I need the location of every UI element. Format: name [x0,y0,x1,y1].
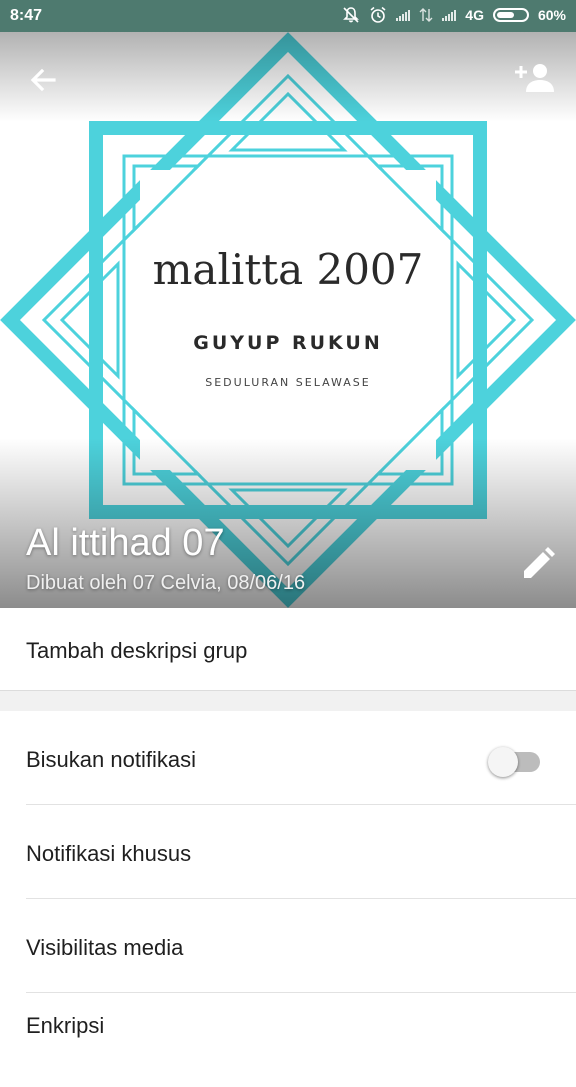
status-bar: 8:47 4G 60% [0,0,576,32]
signal-icon [396,9,411,21]
add-description-row[interactable]: Tambah deskripsi grup [0,608,576,691]
signal-icon [442,9,457,21]
logo-line-1: malitta 2007 [153,245,424,294]
data-icon [419,8,433,22]
media-visibility-label: Visibilitas media [26,935,184,960]
battery-percent: 60% [537,7,566,23]
encryption-label: Enkripsi [26,1013,105,1038]
person-add-icon[interactable] [512,56,558,100]
media-visibility-row[interactable]: Visibilitas media [0,899,576,993]
toggle-thumb [488,747,518,777]
group-name: Al ittihad 07 [26,522,225,564]
status-icons: 4G 60% [342,6,566,24]
arrow-back-icon[interactable] [22,58,66,102]
header-top-scrim [0,32,576,122]
group-header: malitta 2007 GUYUP RUKUN SEDULURAN SELAW… [0,32,576,608]
battery-icon [492,8,529,22]
group-created-info: Dibuat oleh 07 Celvia, 08/06/16 [26,572,306,594]
mute-notifications-toggle[interactable] [488,743,540,777]
logo-line-2: GUYUP RUKUN [193,332,383,354]
status-time: 8:47 [10,7,43,24]
custom-notifications-label: Notifikasi khusus [26,841,192,866]
mute-notifications-row[interactable]: Bisukan notifikasi [0,711,576,805]
alarm-icon [370,6,386,23]
section-gap [0,691,576,711]
mute-icon [343,7,360,23]
encryption-row[interactable]: Enkripsi [0,993,576,1087]
pencil-icon[interactable] [516,542,560,586]
logo-line-3: SEDULURAN SELAWASE [205,376,371,389]
network-type: 4G [465,7,484,23]
add-description-label: Tambah deskripsi grup [26,638,248,663]
mute-notifications-label: Bisukan notifikasi [26,747,196,772]
custom-notifications-row[interactable]: Notifikasi khusus [0,805,576,899]
